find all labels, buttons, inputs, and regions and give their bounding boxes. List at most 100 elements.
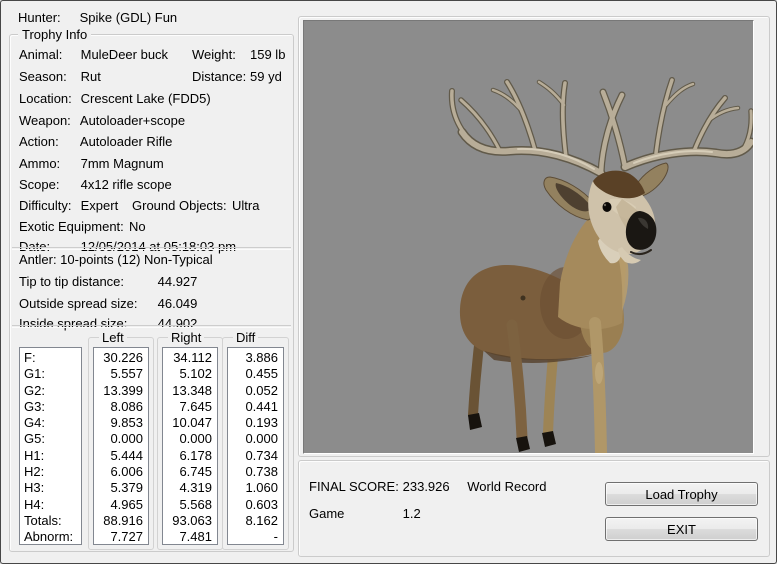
deer-render	[304, 21, 753, 453]
measure-value: 6.178	[163, 448, 217, 464]
right-column-group: Right 34.112 5.102 13.348 7.645 10.047 0…	[157, 337, 223, 550]
field-label: Scope:	[19, 177, 77, 192]
measure-row-label: F:	[20, 350, 81, 366]
measure-value: 6.006	[94, 464, 148, 480]
measure-row-label: H1:	[20, 448, 81, 464]
field-value: 59 yd	[250, 69, 282, 84]
load-trophy-button[interactable]: Load Trophy	[605, 482, 758, 506]
field-label: Weight:	[192, 47, 236, 62]
field-row-difficulty: Difficulty: Expert Ground Objects: Ultra	[19, 198, 290, 215]
field-label: Distance:	[192, 69, 246, 84]
diff-values-listbox[interactable]: 3.886 0.455 0.052 0.441 0.193 0.000 0.73…	[227, 347, 284, 545]
game-version-value: 1.2	[403, 506, 421, 521]
field-row-action: Action: Autoloader Rifle	[19, 134, 290, 151]
measure-value: 4.319	[163, 480, 217, 496]
field-row-animal: Animal: MuleDeer buck Weight: 159 lb	[19, 47, 290, 64]
field-value: Crescent Lake (FDD5)	[81, 91, 211, 106]
field-label: Ammo:	[19, 156, 77, 171]
measure-value: 0.441	[228, 399, 283, 415]
field-label: Ground Objects:	[132, 198, 227, 213]
field-value: 159 lb	[250, 47, 285, 62]
trophy-info-title: Trophy Info	[18, 27, 91, 42]
measure-value: 0.000	[94, 431, 148, 447]
measure-labels-listbox[interactable]: F: G1: G2: G3: G4: G5: H1: H2: H3: H4: T…	[19, 347, 82, 545]
field-value: Ultra	[232, 198, 259, 213]
measure-value: 13.399	[94, 383, 148, 399]
measure-row-label: H3:	[20, 480, 81, 496]
antler-label: Outside spread size:	[19, 296, 154, 311]
measure-value: 0.738	[228, 464, 283, 480]
field-label: Animal:	[19, 47, 77, 62]
field-label: Location:	[19, 91, 77, 106]
antler-value: 44.927	[158, 274, 198, 289]
measure-value: 88.916	[94, 513, 148, 529]
field-label: Action:	[19, 134, 77, 149]
field-value: 4x12 rifle scope	[81, 177, 172, 192]
separator	[12, 325, 291, 327]
antler-outside-row: Outside spread size: 46.049	[19, 296, 290, 313]
antler-label: Inside spread size:	[19, 316, 154, 331]
field-value: MuleDeer buck	[81, 47, 168, 62]
measure-row-label: G5:	[20, 431, 81, 447]
field-value: No	[129, 219, 146, 234]
measure-value: 7.727	[94, 529, 148, 545]
antler-label: Tip to tip distance:	[19, 274, 154, 289]
hunter-value: Spike (GDL) Fun	[80, 10, 178, 25]
field-label: Difficulty:	[19, 198, 77, 213]
field-row-ammo: Ammo: 7mm Magnum	[19, 156, 290, 173]
left-values-listbox[interactable]: 30.226 5.557 13.399 8.086 9.853 0.000 5.…	[93, 347, 149, 545]
antler-value: 44.902	[158, 316, 198, 331]
measure-row-label: G2:	[20, 383, 81, 399]
measure-row-label: H4:	[20, 497, 81, 513]
measure-value: 0.000	[228, 431, 283, 447]
measure-value: 7.481	[163, 529, 217, 545]
field-row-weapon: Weapon: Autoloader+scope	[19, 113, 290, 130]
measure-value: 0.193	[228, 415, 283, 431]
measure-value: 13.348	[163, 383, 217, 399]
measure-value: 30.226	[94, 350, 148, 366]
trophy-image-panel	[303, 20, 754, 454]
right-values-listbox[interactable]: 34.112 5.102 13.348 7.645 10.047 0.000 6…	[162, 347, 218, 545]
measure-value: -	[228, 529, 283, 545]
field-label: Exotic Equipment:	[19, 219, 124, 234]
measure-row-label: G3:	[20, 399, 81, 415]
measure-row-label: G4:	[20, 415, 81, 431]
measure-row-label: H2:	[20, 464, 81, 480]
field-label: Season:	[19, 69, 77, 84]
field-row-location: Location: Crescent Lake (FDD5)	[19, 91, 290, 108]
antler-value: 46.049	[158, 296, 198, 311]
field-label: Weapon:	[19, 113, 77, 128]
measure-value: 0.603	[228, 497, 283, 513]
field-row-exotic-equipment: Exotic Equipment: No	[19, 219, 290, 236]
field-value: Rut	[81, 69, 101, 84]
final-score-line: FINAL SCORE: 233.926 World Record	[309, 479, 546, 494]
hunter-label: Hunter:	[18, 10, 76, 25]
measure-value: 3.886	[228, 350, 283, 366]
measure-value: 9.853	[94, 415, 148, 431]
game-label: Game	[309, 506, 399, 521]
measure-row-label: G1:	[20, 366, 81, 382]
measure-value: 10.047	[163, 415, 217, 431]
final-score-value: 233.926	[403, 479, 464, 494]
measure-value: 6.745	[163, 464, 217, 480]
diff-column-header: Diff	[233, 330, 258, 345]
right-column-header: Right	[168, 330, 204, 345]
field-value: Autoloader+scope	[80, 113, 185, 128]
measure-value: 0.052	[228, 383, 283, 399]
measure-value: 5.568	[163, 497, 217, 513]
measure-value: 7.645	[163, 399, 217, 415]
antler-summary-row: Antler: 10-points (12) Non-Typical	[19, 252, 290, 269]
field-value: 7mm Magnum	[81, 156, 164, 171]
score-groupbox: FINAL SCORE: 233.926 World Record Game 1…	[298, 460, 770, 557]
field-row-scope: Scope: 4x12 rifle scope	[19, 177, 290, 194]
final-score-label: FINAL SCORE:	[309, 479, 399, 494]
hunter-line: Hunter: Spike (GDL) Fun	[18, 10, 177, 25]
measure-value: 34.112	[163, 350, 217, 366]
measure-value: 5.444	[94, 448, 148, 464]
measure-value: 5.102	[163, 366, 217, 382]
measure-value: 0.455	[228, 366, 283, 382]
game-version-line: Game 1.2	[309, 506, 421, 521]
measure-value: 0.000	[163, 431, 217, 447]
exit-button[interactable]: EXIT	[605, 517, 758, 541]
diff-column-group: Diff 3.886 0.455 0.052 0.441 0.193 0.000…	[222, 337, 289, 550]
